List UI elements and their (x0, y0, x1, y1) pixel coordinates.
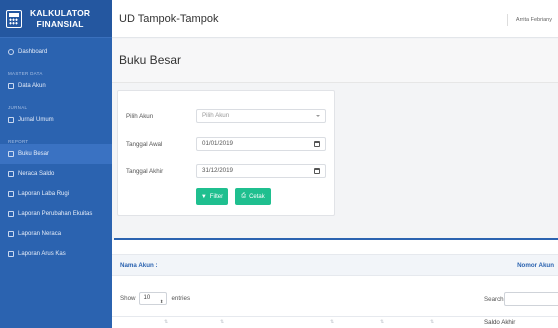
app-title: UD Tampok-Tampok (119, 12, 219, 25)
top-bar: UD Tampok-Tampok Arrita Febriany (112, 0, 558, 38)
tanggal-akhir-input[interactable]: 31/12/2019 (196, 164, 326, 178)
sort-icon[interactable]: ⇅ (164, 319, 168, 325)
sidebar-item-data-akun[interactable]: Data Akun (0, 76, 112, 96)
filter-button[interactable]: ▼ Filter (196, 188, 228, 205)
filter-icon: ▼ (200, 193, 207, 200)
column-header-saldo-akhir[interactable]: Saldo Akhir (484, 319, 515, 326)
dashboard-icon (8, 49, 14, 55)
entries-select[interactable]: 10 ⬍ (139, 292, 168, 305)
tanggal-akhir-label: Tanggal Akhir (126, 168, 164, 175)
sidebar-section-master-data: MASTER DATA (8, 71, 43, 76)
file-icon (8, 211, 14, 217)
user-menu[interactable]: Arrita Febriany (506, 14, 552, 26)
brand-title: KALKULATOR FINANSIAL (30, 7, 91, 29)
book-icon (8, 117, 14, 123)
pilih-akun-select[interactable]: Pilih Akun (196, 109, 326, 123)
sidebar: KALKULATOR FINANSIAL Dashboard MASTER DA… (0, 0, 112, 328)
brand[interactable]: KALKULATOR FINANSIAL (0, 0, 112, 38)
table-header: ⇅ ⇅ ⇅ ⇅ ⇅ Saldo Akhir (112, 316, 558, 328)
chevron-updown-icon: ⬍ (159, 299, 164, 304)
tanggal-awal-input[interactable]: 01/01/2019 (196, 137, 326, 151)
calculator-icon (6, 9, 22, 28)
print-icon: ⎙ (241, 193, 247, 199)
nomor-akun-label: Nomor Akun (517, 262, 554, 269)
sidebar-item-laporan-perubahan-ekuitas[interactable]: Laporan Perubahan Ekuitas (0, 204, 112, 224)
sidebar-item-jurnal-umum[interactable]: Jurnal Umum (0, 110, 112, 130)
sidebar-item-laporan-arus-kas[interactable]: Laporan Arus Kas (0, 244, 112, 264)
sort-icon[interactable]: ⇅ (220, 319, 224, 325)
sidebar-section-report: REPORT (8, 139, 29, 144)
file-icon (8, 191, 14, 197)
account-info-bar: Nama Akun : Nomor Akun (112, 254, 558, 276)
search-input[interactable] (504, 292, 558, 306)
list-icon (8, 151, 14, 157)
filter-card: Pilih Akun Pilih Akun Tanggal Awal 01/01… (117, 90, 335, 216)
sidebar-section-jurnal: JURNAL (8, 105, 28, 110)
search-label: Search: (484, 296, 506, 303)
cetak-button[interactable]: ⎙ Cetak (235, 188, 271, 205)
entries-length-control: Show 10 ⬍ entries (120, 292, 190, 305)
pilih-akun-label: Pilih Akun (126, 113, 154, 120)
sidebar-item-laporan-laba-rugi[interactable]: Laporan Laba Rugi (0, 184, 112, 204)
sidebar-item-dashboard[interactable]: Dashboard (0, 42, 112, 62)
tanggal-awal-label: Tanggal Awal (126, 141, 163, 148)
table-icon (8, 171, 14, 177)
sidebar-item-neraca-saldo[interactable]: Neraca Saldo (0, 164, 112, 184)
sort-icon[interactable]: ⇅ (380, 319, 384, 325)
sort-icon[interactable]: ⇅ (430, 319, 434, 325)
page-title: Buku Besar (119, 53, 182, 67)
chevron-down-icon (316, 115, 320, 117)
calendar-icon[interactable] (314, 168, 320, 174)
sidebar-item-buku-besar[interactable]: Buku Besar (0, 144, 112, 164)
nama-akun-label: Nama Akun : (120, 262, 158, 269)
page-header: Buku Besar (112, 39, 558, 83)
sort-icon[interactable]: ⇅ (330, 319, 334, 325)
list-icon (8, 83, 14, 89)
file-icon (8, 251, 14, 257)
ledger-panel: Nama Akun : Nomor Akun Show 10 ⬍ entries… (112, 240, 558, 328)
file-icon (8, 231, 14, 237)
sidebar-item-laporan-neraca[interactable]: Laporan Neraca (0, 224, 112, 244)
calendar-icon[interactable] (314, 141, 320, 147)
